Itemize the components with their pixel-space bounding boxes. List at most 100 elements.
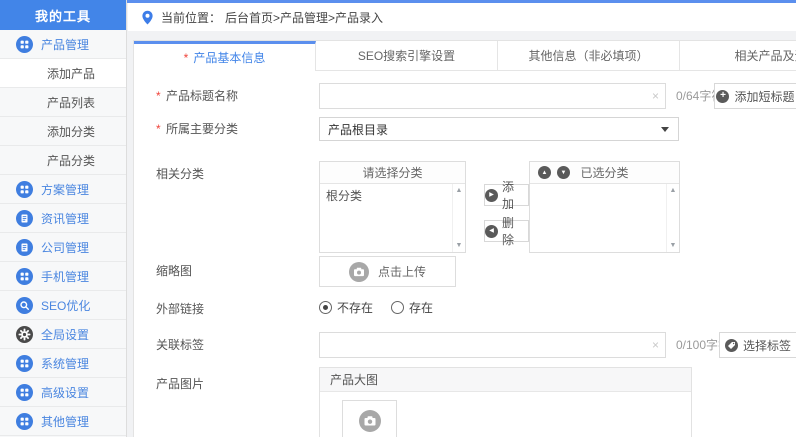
scroll-up-icon[interactable]: ▲ bbox=[670, 187, 677, 194]
grid-icon bbox=[16, 412, 33, 430]
required-asterisk: * bbox=[183, 50, 189, 65]
selected-category-listbox: ▲ ▼ 已选分类 ▲ ▼ bbox=[529, 161, 680, 253]
move-up-icon[interactable]: ▲ bbox=[538, 166, 551, 179]
radio-unchecked-icon bbox=[391, 301, 405, 314]
sidebar-item-global-settings[interactable]: 全局设置 bbox=[0, 320, 126, 349]
selected-listbox-header: ▲ ▼ 已选分类 bbox=[530, 162, 679, 184]
clear-icon[interactable]: × bbox=[652, 339, 659, 351]
add-category-button[interactable]: ▶ 添 加 bbox=[484, 180, 529, 211]
tab-other-info[interactable]: 其他信息（非必填项） bbox=[498, 41, 680, 71]
sidebar-title: 我的工具 bbox=[0, 0, 126, 30]
sidebar-item-label: 手机管理 bbox=[41, 269, 90, 284]
product-title-input[interactable] bbox=[320, 84, 665, 108]
breadcrumb-path: 后台首页>产品管理>产品录入 bbox=[225, 10, 384, 25]
sidebar-item-news-mgmt[interactable]: 资讯管理 bbox=[0, 204, 126, 233]
field-label-product-images: 产品图片 bbox=[156, 377, 205, 391]
radio-option-exist[interactable]: 存在 bbox=[391, 299, 433, 316]
sidebar-item-product-mgmt[interactable]: 产品管理 bbox=[0, 30, 126, 59]
tab-label: 其他信息（非必填项） bbox=[528, 49, 649, 63]
arrow-left-circle-icon: ◀ bbox=[485, 224, 498, 238]
sidebar-item-add-category[interactable]: 添加分类 bbox=[0, 117, 126, 146]
scroll-down-icon[interactable]: ▼ bbox=[456, 242, 463, 249]
thumbnail-upload-button[interactable]: 点击上传 bbox=[319, 256, 456, 287]
tab-bar: * 产品基本信息 SEO搜索引擎设置 其他信息（非必填项） 相关产品及资 bbox=[134, 41, 796, 71]
product-title-input-wrap: × bbox=[319, 83, 666, 109]
sidebar-item-add-product[interactable]: 添加产品 bbox=[0, 59, 126, 88]
sidebar-item-label: 产品管理 bbox=[41, 37, 90, 52]
select-tags-button[interactable]: 选择标签 bbox=[719, 332, 796, 358]
sidebar-item-label: SEO优化 bbox=[41, 298, 91, 313]
search-icon bbox=[16, 296, 33, 314]
sidebar-item-product-list[interactable]: 产品列表 bbox=[0, 88, 126, 117]
tab-label: SEO搜索引擎设置 bbox=[357, 49, 456, 63]
document-icon bbox=[16, 209, 33, 227]
grid-icon bbox=[16, 354, 33, 372]
grid-icon bbox=[16, 383, 33, 401]
sidebar-item-label: 系统管理 bbox=[41, 356, 90, 371]
camera-icon bbox=[348, 261, 369, 282]
list-item[interactable]: 根分类 bbox=[320, 184, 465, 207]
clear-icon[interactable]: × bbox=[652, 90, 659, 102]
tags-input[interactable] bbox=[320, 333, 665, 357]
grid-icon bbox=[16, 267, 33, 285]
sidebar-item-company-mgmt[interactable]: 公司管理 bbox=[0, 233, 126, 262]
product-images-panel-body: 点击上传 bbox=[320, 392, 691, 437]
sidebar-item-seo[interactable]: SEO优化 bbox=[0, 291, 126, 320]
field-label-thumbnail: 缩略图 bbox=[156, 264, 193, 278]
remove-category-button[interactable]: ◀ 删 除 bbox=[484, 216, 529, 247]
move-down-icon[interactable]: ▼ bbox=[557, 166, 570, 179]
radio-checked-icon bbox=[319, 301, 332, 314]
available-category-listbox: 请选择分类 根分类 ▲ ▼ bbox=[319, 161, 466, 253]
field-label-external-link: 外部链接 bbox=[156, 302, 205, 316]
breadcrumb-bar: 当前位置： 后台首页>产品管理>产品录入 bbox=[128, 3, 796, 31]
sidebar-item-label: 资讯管理 bbox=[41, 211, 90, 226]
field-label-related-category: 相关分类 bbox=[156, 167, 205, 181]
selected-listbox-body: ▲ ▼ bbox=[530, 184, 679, 252]
field-label-product-title: * 产品标题名称 bbox=[156, 89, 239, 103]
scroll-up-icon[interactable]: ▲ bbox=[456, 187, 463, 194]
scrollbar[interactable]: ▲ ▼ bbox=[452, 184, 465, 252]
tab-label: 相关产品及资 bbox=[734, 49, 796, 63]
add-short-title-button[interactable]: + 添加短标题 bbox=[714, 83, 796, 109]
available-listbox-header: 请选择分类 bbox=[320, 162, 465, 184]
field-label-tags: 关联标签 bbox=[156, 338, 205, 352]
grid-icon bbox=[16, 35, 33, 53]
sidebar-item-label: 方案管理 bbox=[41, 182, 90, 197]
sidebar-item-other-mgmt[interactable]: 其他管理 bbox=[0, 407, 126, 436]
plus-circle-icon: + bbox=[716, 89, 730, 103]
content-card: * 产品基本信息 SEO搜索引擎设置 其他信息（非必填项） 相关产品及资 * 产… bbox=[133, 40, 796, 437]
scroll-down-icon[interactable]: ▼ bbox=[670, 242, 677, 249]
reorder-buttons: ▲ ▼ bbox=[538, 166, 570, 179]
grid-icon bbox=[16, 180, 33, 198]
tag-circle-icon bbox=[724, 338, 738, 352]
camera-icon bbox=[358, 410, 381, 432]
product-images-panel-header: 产品大图 bbox=[320, 368, 691, 392]
sidebar: 我的工具 产品管理 添加产品 产品列表 添加分类 产品分类 方案管理 资讯管理 … bbox=[0, 0, 127, 437]
tab-basic-info[interactable]: * 产品基本信息 bbox=[134, 41, 316, 71]
sidebar-item-label: 高级设置 bbox=[41, 385, 90, 400]
arrow-right-circle-icon: ▶ bbox=[485, 188, 498, 202]
sidebar-item-label: 公司管理 bbox=[41, 240, 90, 255]
tab-seo-settings[interactable]: SEO搜索引擎设置 bbox=[316, 41, 498, 71]
radio-option-not-exist[interactable]: 不存在 bbox=[319, 299, 373, 316]
product-image-upload-tile[interactable]: 点击上传 bbox=[342, 400, 397, 437]
tags-input-wrap: × bbox=[319, 332, 666, 358]
sidebar-item-label: 产品列表 bbox=[47, 95, 96, 110]
sidebar-item-advanced-settings[interactable]: 高级设置 bbox=[0, 378, 126, 407]
sidebar-item-label: 全局设置 bbox=[41, 327, 90, 342]
sidebar-item-mobile-mgmt[interactable]: 手机管理 bbox=[0, 262, 126, 291]
sidebar-item-product-category[interactable]: 产品分类 bbox=[0, 146, 126, 175]
sidebar-item-plan-mgmt[interactable]: 方案管理 bbox=[0, 175, 126, 204]
location-pin-icon bbox=[141, 10, 154, 25]
tab-related-products[interactable]: 相关产品及资 bbox=[680, 41, 796, 71]
chevron-down-icon bbox=[661, 127, 669, 132]
sidebar-item-label: 添加分类 bbox=[47, 124, 96, 139]
field-label-main-category: * 所属主要分类 bbox=[156, 122, 239, 136]
sidebar-item-label: 其他管理 bbox=[41, 414, 90, 429]
product-images-panel: 产品大图 点击上传 bbox=[319, 367, 692, 437]
tab-label: 产品基本信息 bbox=[193, 51, 266, 65]
required-asterisk: * bbox=[156, 122, 161, 136]
sidebar-item-system-mgmt[interactable]: 系统管理 bbox=[0, 349, 126, 378]
scrollbar[interactable]: ▲ ▼ bbox=[666, 184, 679, 252]
main-category-select[interactable]: 产品根目录 bbox=[319, 117, 679, 141]
